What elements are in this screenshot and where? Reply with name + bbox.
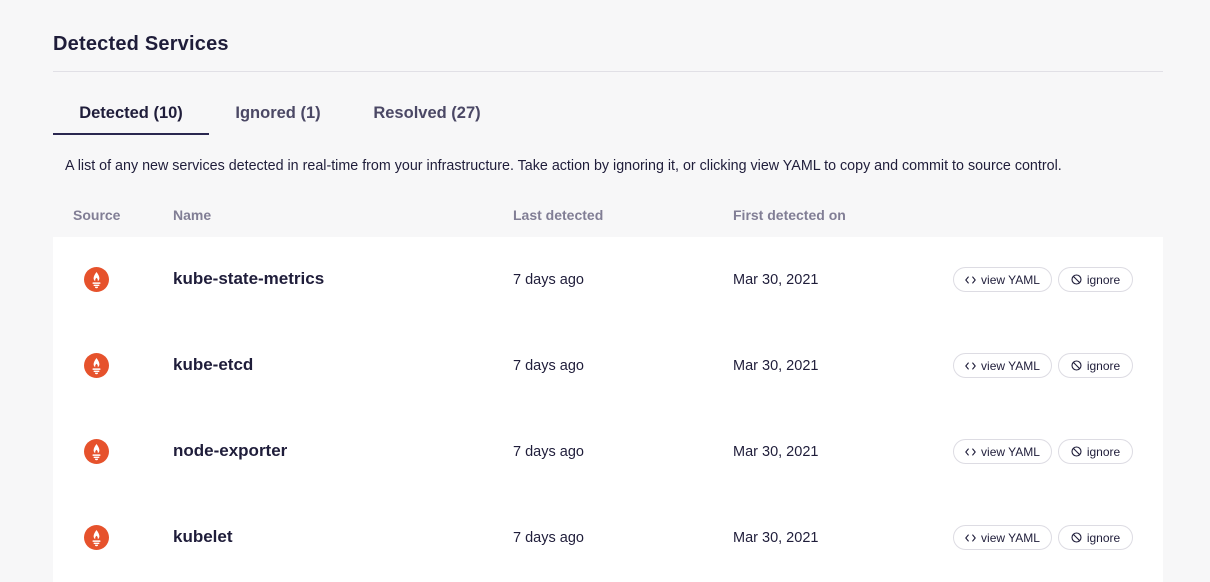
prometheus-icon xyxy=(84,267,109,292)
table-row: node-exporter 7 days ago Mar 30, 2021 vi… xyxy=(53,409,1163,495)
tab-ignored[interactable]: Ignored (1) xyxy=(211,98,345,135)
service-name[interactable]: node-exporter xyxy=(173,441,287,461)
table-row: kube-etcd 7 days ago Mar 30, 2021 view Y… xyxy=(53,323,1163,409)
first-detected-value: Mar 30, 2021 xyxy=(733,272,819,288)
tab-detected[interactable]: Detected (10) xyxy=(53,98,209,135)
ignore-button[interactable]: ignore xyxy=(1058,439,1133,464)
view-yaml-label: view YAML xyxy=(981,444,1040,459)
last-detected-value: 7 days ago xyxy=(513,444,584,460)
first-detected-value: Mar 30, 2021 xyxy=(733,358,819,374)
ignore-button[interactable]: ignore xyxy=(1058,353,1133,378)
code-icon xyxy=(965,533,976,542)
view-yaml-button[interactable]: view YAML xyxy=(953,353,1052,378)
ban-icon xyxy=(1071,446,1082,457)
title-divider xyxy=(53,71,1163,72)
column-header-first-detected[interactable]: First detected on xyxy=(733,207,846,223)
view-yaml-label: view YAML xyxy=(981,272,1040,287)
table-row: kubelet 7 days ago Mar 30, 2021 view YAM… xyxy=(53,495,1163,581)
prometheus-icon xyxy=(84,439,109,464)
prometheus-icon xyxy=(84,525,109,550)
ignore-label: ignore xyxy=(1086,530,1121,545)
view-yaml-button[interactable]: view YAML xyxy=(953,267,1052,292)
ignore-label: ignore xyxy=(1086,444,1121,459)
view-yaml-label: view YAML xyxy=(981,530,1040,545)
column-header-name[interactable]: Name xyxy=(173,207,211,223)
tab-bar: Detected (10) Ignored (1) Resolved (27) xyxy=(53,98,505,135)
ignore-label: ignore xyxy=(1086,272,1121,287)
table-header: Source Name Last detected First detected… xyxy=(53,207,1163,227)
last-detected-value: 7 days ago xyxy=(513,272,584,288)
code-icon xyxy=(965,361,976,370)
code-icon xyxy=(965,275,976,284)
column-header-last-detected[interactable]: Last detected xyxy=(513,207,603,223)
column-header-source[interactable]: Source xyxy=(73,207,120,223)
ignore-button[interactable]: ignore xyxy=(1058,525,1133,550)
service-name[interactable]: kube-etcd xyxy=(173,355,253,375)
ban-icon xyxy=(1071,360,1082,371)
page-description: A list of any new services detected in r… xyxy=(65,158,1062,174)
ban-icon xyxy=(1071,274,1082,285)
page-title: Detected Services xyxy=(53,33,229,55)
service-name[interactable]: kubelet xyxy=(173,527,233,547)
view-yaml-button[interactable]: view YAML xyxy=(953,439,1052,464)
first-detected-value: Mar 30, 2021 xyxy=(733,444,819,460)
detected-services-page: Detected Services Detected (10) Ignored … xyxy=(0,0,1210,582)
last-detected-value: 7 days ago xyxy=(513,358,584,374)
code-icon xyxy=(965,447,976,456)
first-detected-value: Mar 30, 2021 xyxy=(733,530,819,546)
view-yaml-button[interactable]: view YAML xyxy=(953,525,1052,550)
ignore-button[interactable]: ignore xyxy=(1058,267,1133,292)
view-yaml-label: view YAML xyxy=(981,358,1040,373)
ban-icon xyxy=(1071,532,1082,543)
tab-resolved[interactable]: Resolved (27) xyxy=(349,98,505,135)
service-name[interactable]: kube-state-metrics xyxy=(173,269,324,289)
prometheus-icon xyxy=(84,353,109,378)
table-row: kube-state-metrics 7 days ago Mar 30, 20… xyxy=(53,237,1163,323)
services-table-body: kube-state-metrics 7 days ago Mar 30, 20… xyxy=(53,237,1163,582)
ignore-label: ignore xyxy=(1086,358,1121,373)
last-detected-value: 7 days ago xyxy=(513,530,584,546)
